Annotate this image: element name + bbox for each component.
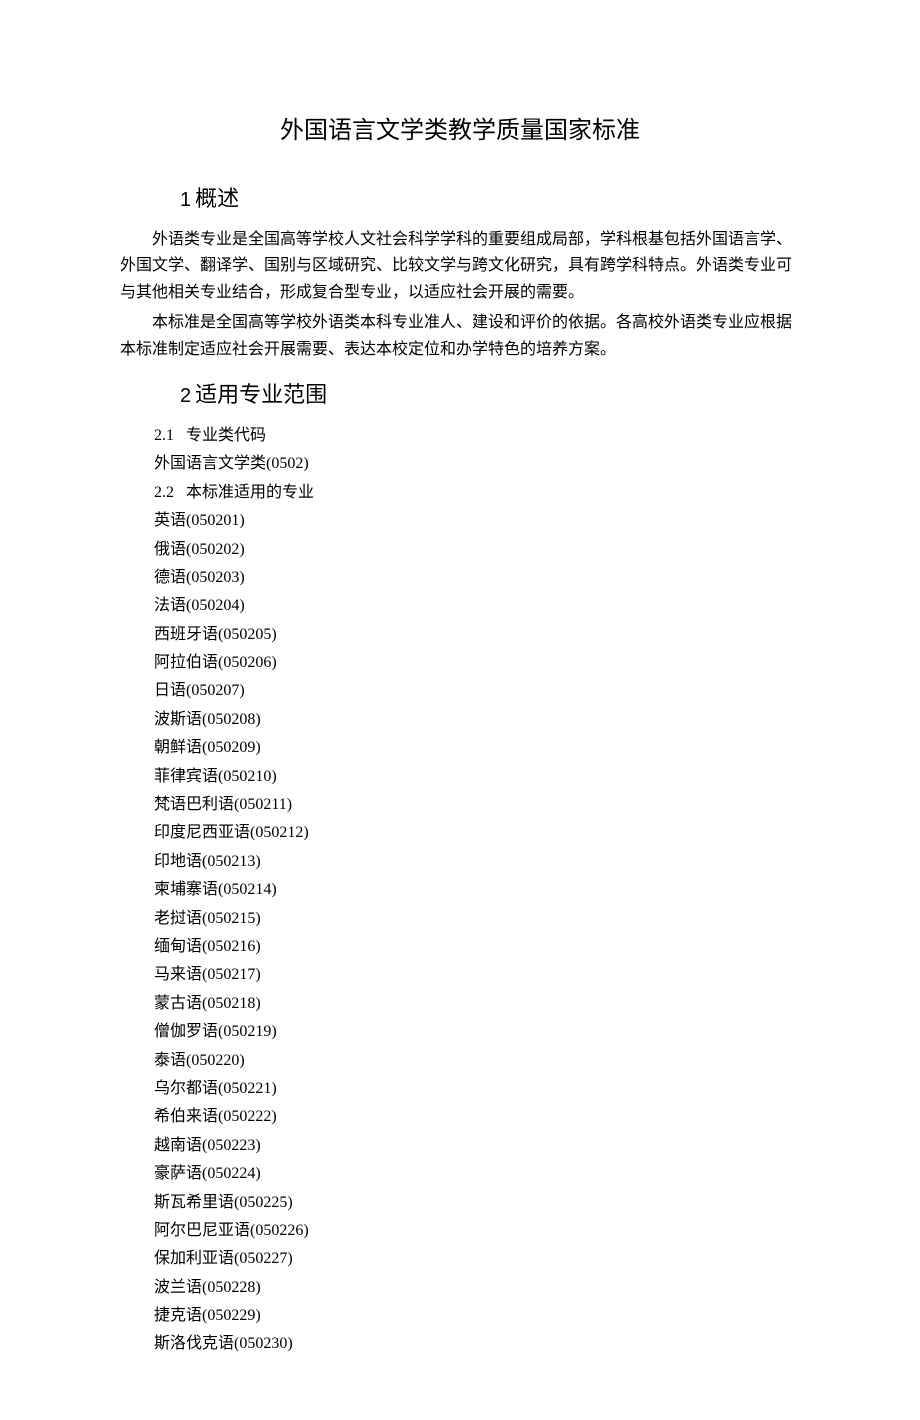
language-item: 印度尼西亚语(050212) <box>154 820 800 846</box>
language-item: 斯瓦希里语(050225) <box>154 1190 800 1216</box>
language-item: 豪萨语(050224) <box>154 1161 800 1187</box>
section-1-paragraph-2: 本标准是全国高等学校外语类本科专业准人、建设和评价的依据。各高校外语类专业应根据… <box>120 310 800 363</box>
language-item: 缅甸语(050216) <box>154 934 800 960</box>
subsection-2-2-label: 本标准适用的专业 <box>186 484 314 501</box>
section-2-number: 2 <box>180 385 191 407</box>
document-page: 外国语言文学类教学质量国家标准 1概述 外语类专业是全国高等学校人文社会科学学科… <box>0 0 920 1420</box>
language-item: 德语(050203) <box>154 565 800 591</box>
language-item: 马来语(050217) <box>154 962 800 988</box>
language-item: 泰语(050220) <box>154 1048 800 1074</box>
language-item: 波兰语(050228) <box>154 1275 800 1301</box>
section-1-number: 1 <box>180 189 191 211</box>
language-item: 波斯语(050208) <box>154 707 800 733</box>
language-item: 阿拉伯语(050206) <box>154 650 800 676</box>
language-item: 蒙古语(050218) <box>154 991 800 1017</box>
subsection-2-1: 2.1 专业类代码 <box>154 423 800 449</box>
document-title: 外国语言文学类教学质量国家标准 <box>120 110 800 145</box>
language-item: 西班牙语(050205) <box>154 622 800 648</box>
section-1-heading: 1概述 <box>180 181 800 213</box>
subsection-2-2: 2.2 本标准适用的专业 <box>154 480 800 506</box>
language-item: 僧伽罗语(050219) <box>154 1019 800 1045</box>
subsection-2-1-value: 外国语言文学类(0502) <box>154 451 800 477</box>
subsection-2-1-label: 专业类代码 <box>186 427 266 444</box>
language-item: 保加利亚语(050227) <box>154 1246 800 1272</box>
language-item: 柬埔寨语(050214) <box>154 877 800 903</box>
language-item: 梵语巴利语(050211) <box>154 792 800 818</box>
language-item: 老挝语(050215) <box>154 906 800 932</box>
language-item: 英语(050201) <box>154 508 800 534</box>
language-item: 菲律宾语(050210) <box>154 764 800 790</box>
language-item: 俄语(050202) <box>154 537 800 563</box>
language-item: 乌尔都语(050221) <box>154 1076 800 1102</box>
language-list: 英语(050201) 俄语(050202)德语(050203)法语(050204)… <box>120 508 800 1358</box>
language-item: 斯洛伐克语(050230) <box>154 1331 800 1357</box>
section-2-text: 适用专业范围 <box>195 382 327 407</box>
section-1-text: 概述 <box>195 186 239 211</box>
language-item: 捷克语(050229) <box>154 1303 800 1329</box>
language-item: 法语(050204) <box>154 593 800 619</box>
section-2-heading: 2适用专业范围 <box>180 377 800 409</box>
language-item: 朝鲜语(050209) <box>154 735 800 761</box>
language-item: 日语(050207) <box>154 678 800 704</box>
subsection-2-1-num: 2.1 <box>154 427 174 444</box>
language-item: 越南语(050223) <box>154 1133 800 1159</box>
subsection-2-2-num: 2.2 <box>154 484 174 501</box>
section-1-paragraph-1: 外语类专业是全国高等学校人文社会科学学科的重要组成局部，学科根基包括外国语言学、… <box>120 227 800 306</box>
language-item: 希伯来语(050222) <box>154 1104 800 1130</box>
language-item: 印地语(050213) <box>154 849 800 875</box>
language-item: 阿尔巴尼亚语(050226) <box>154 1218 800 1244</box>
